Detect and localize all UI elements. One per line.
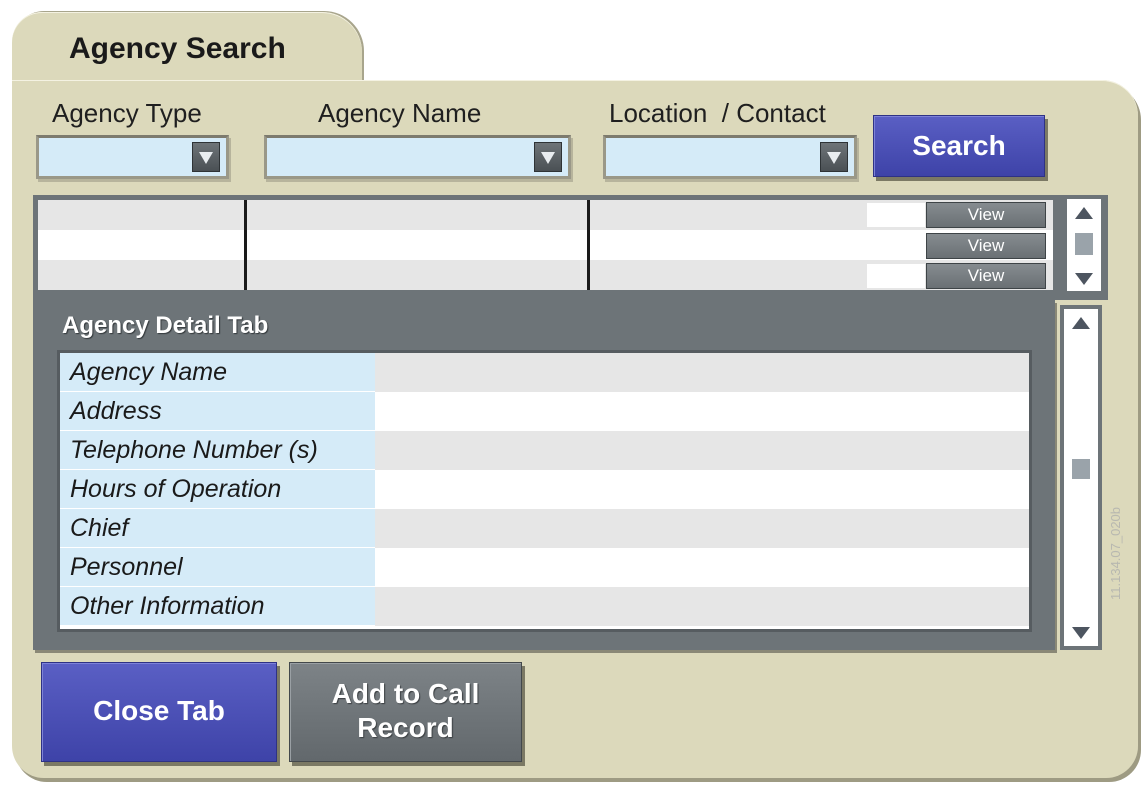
detail-value-hours (375, 470, 1029, 509)
detail-row: Hours of Operation (60, 470, 1029, 509)
results-scroll-thumb[interactable] (1075, 233, 1093, 255)
agency-search-tab-title[interactable]: Agency Search (69, 32, 286, 66)
detail-row: Chief (60, 509, 1029, 548)
detail-value-agency-name (375, 353, 1029, 392)
detail-label-agency-name: Agency Name (60, 353, 375, 392)
scroll-down-arrow-icon[interactable] (1072, 627, 1090, 639)
detail-row: Other Information (60, 587, 1029, 626)
view-button[interactable]: View (867, 202, 1046, 228)
close-tab-button[interactable]: Close Tab (41, 662, 277, 762)
detail-label-other-info: Other Information (60, 587, 375, 626)
detail-scroll-thumb[interactable] (1072, 459, 1090, 479)
detail-value-personnel (375, 548, 1029, 587)
column-divider[interactable] (587, 200, 590, 290)
agency-type-label: Agency Type (52, 98, 202, 128)
scroll-up-arrow-icon[interactable] (1072, 317, 1090, 329)
search-button[interactable]: Search (873, 115, 1045, 177)
chevron-down-icon[interactable] (192, 142, 220, 172)
detail-label-personnel: Personnel (60, 548, 375, 587)
detail-label-telephone: Telephone Number (s) (60, 431, 375, 470)
agency-type-dropdown[interactable] (36, 135, 229, 179)
detail-row: Personnel (60, 548, 1029, 587)
view-button[interactable]: View (867, 233, 1046, 259)
scroll-down-arrow-icon[interactable] (1075, 273, 1093, 285)
detail-row: Agency Name (60, 353, 1029, 392)
detail-scrollbar[interactable] (1060, 305, 1102, 650)
detail-label-hours: Hours of Operation (60, 470, 375, 509)
figure-id-watermark: 11.134.07_020b (1108, 506, 1123, 600)
results-list: View View View (38, 200, 1053, 290)
agency-name-dropdown[interactable] (264, 135, 571, 179)
chevron-down-icon[interactable] (534, 142, 562, 172)
detail-label-chief: Chief (60, 509, 375, 548)
detail-row: Telephone Number (s) (60, 431, 1029, 470)
location-contact-dropdown[interactable] (603, 135, 857, 179)
column-divider[interactable] (244, 200, 247, 290)
view-button[interactable]: View (867, 263, 1046, 289)
agency-detail-table: Agency Name Address Telephone Number (s)… (57, 350, 1032, 632)
agency-detail-title: Agency Detail Tab (62, 312, 269, 339)
chevron-down-icon[interactable] (820, 142, 848, 172)
detail-label-address: Address (60, 392, 375, 431)
detail-value-other-info (375, 587, 1029, 626)
agency-name-label: Agency Name (318, 98, 482, 128)
detail-value-chief (375, 509, 1029, 548)
scroll-up-arrow-icon[interactable] (1075, 207, 1093, 219)
detail-value-telephone (375, 431, 1029, 470)
detail-row: Address (60, 392, 1029, 431)
add-to-call-record-button[interactable]: Add to Call Record (289, 662, 522, 762)
location-contact-label: Location / Contact (609, 98, 826, 128)
detail-value-address (375, 392, 1029, 431)
results-scrollbar[interactable] (1063, 195, 1105, 295)
